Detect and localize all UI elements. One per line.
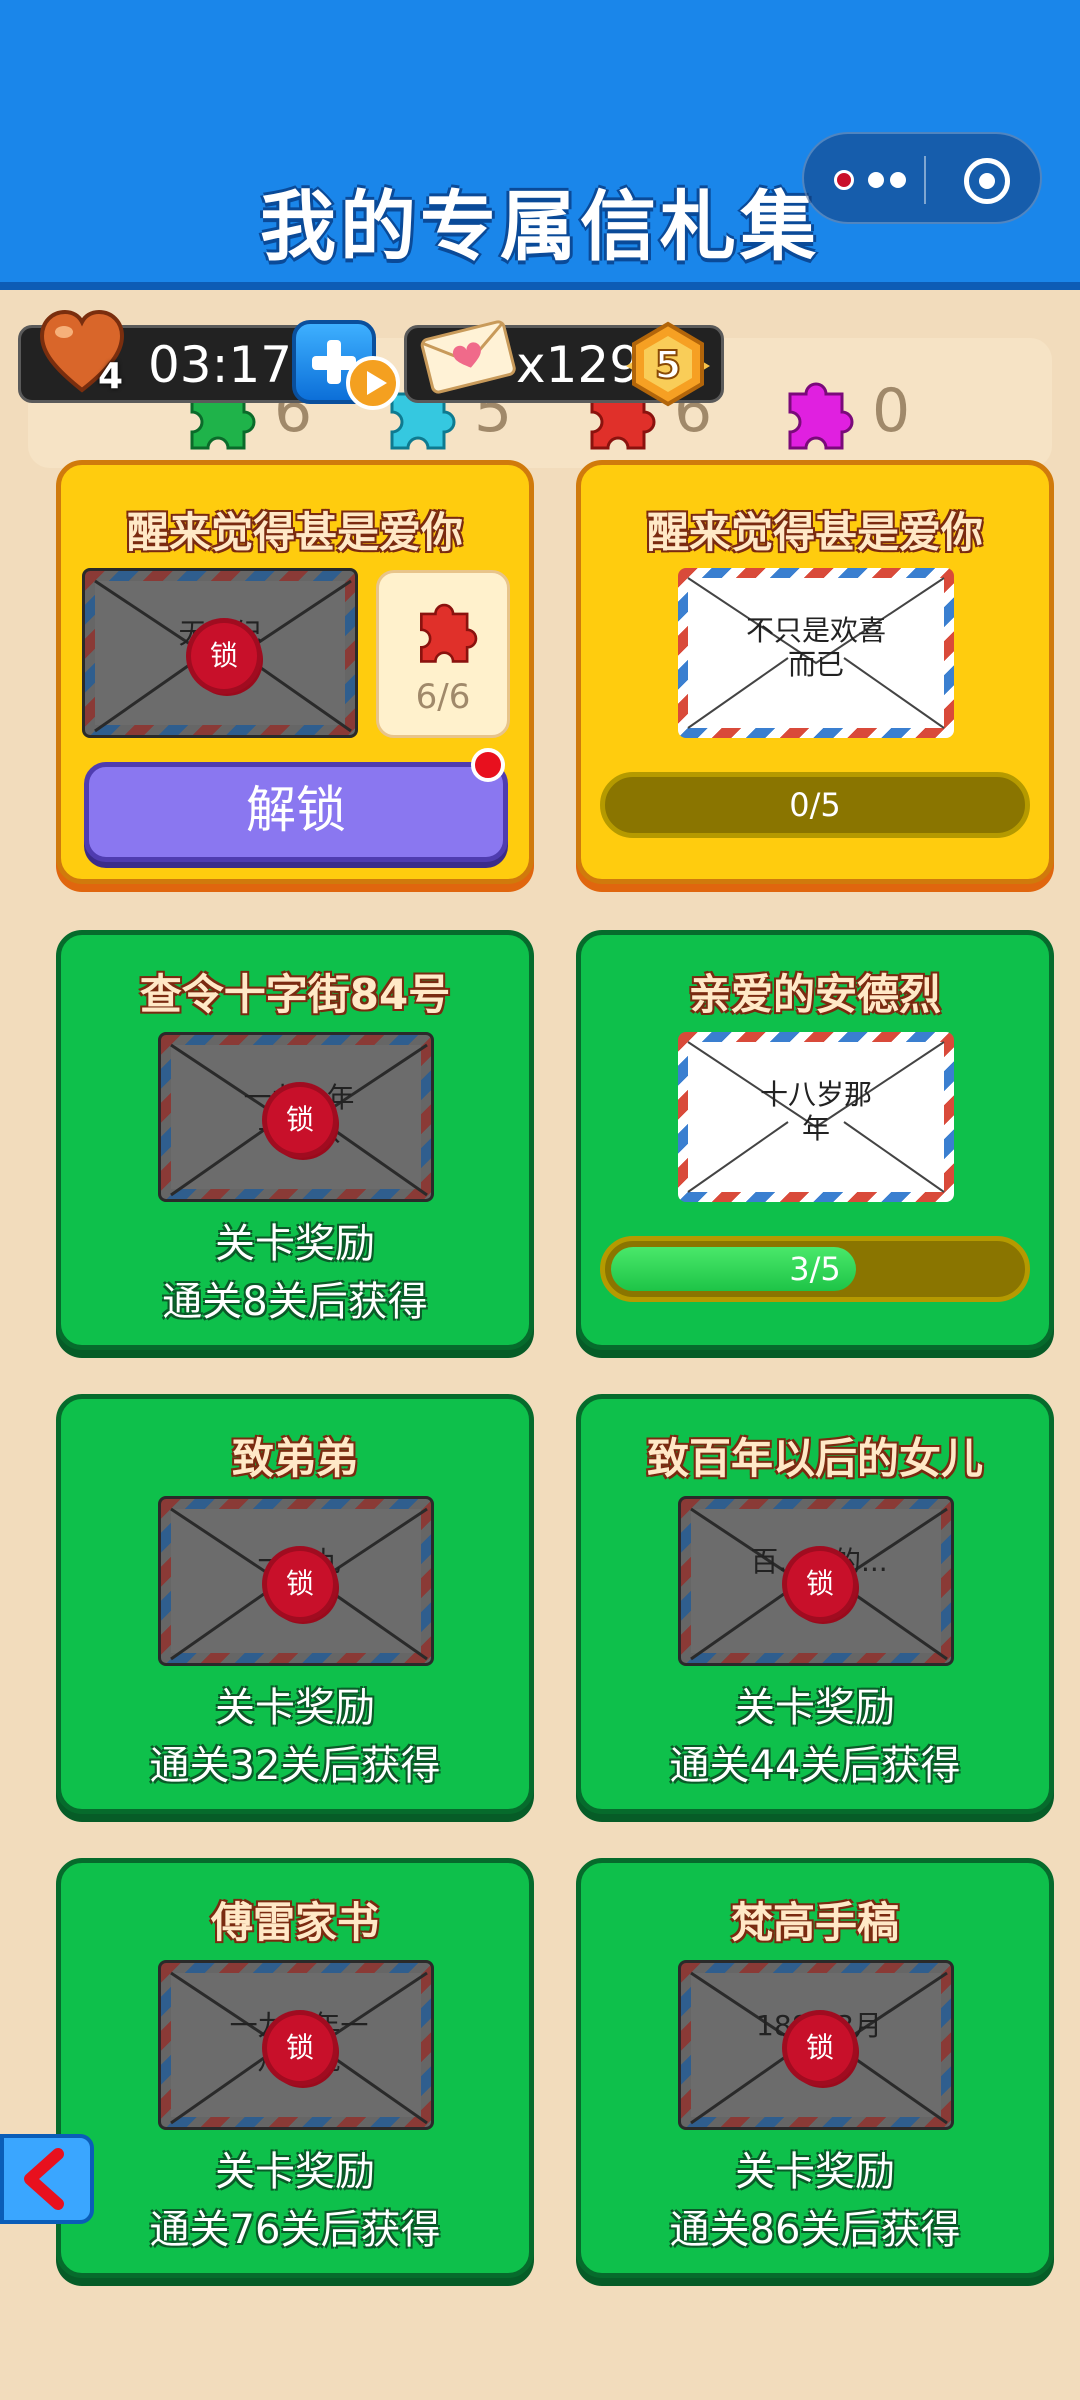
svg-text:5: 5 <box>655 343 681 387</box>
reward-label: 关卡奖励 <box>215 2149 375 2195</box>
video-ad-icon[interactable] <box>346 356 400 410</box>
card-title: 查令十字街84号 <box>139 970 451 1019</box>
mini-program-capsule <box>802 132 1042 224</box>
reward-condition: 通关86关后获得 <box>669 2207 961 2253</box>
unlock-button[interactable]: 解锁 <box>84 762 508 862</box>
open-envelope: 不只是欢喜而已 <box>678 568 954 738</box>
reward-condition: 通关76关后获得 <box>149 2207 441 2253</box>
reward-label: 关卡奖励 <box>735 1685 895 1731</box>
notification-dot <box>471 748 505 782</box>
card-title: 醒来觉得甚是爱你 <box>646 508 983 557</box>
progress-text: 0/5 <box>789 786 841 824</box>
locked-envelope: 无...纪 锁 <box>82 568 358 738</box>
reward-label: 关卡奖励 <box>735 2149 895 2195</box>
wax-seal-lock-icon: 锁 <box>787 2015 853 2081</box>
reward-condition: 通关8关后获得 <box>162 1279 428 1325</box>
card-title: 梵高手稿 <box>730 1898 899 1947</box>
progress-text: 3/5 <box>789 1250 841 1288</box>
wax-seal-lock-icon: 锁 <box>267 1087 333 1153</box>
envelope-preview-text: 不只是欢喜而已 <box>746 614 887 681</box>
wax-seal-lock-icon: 锁 <box>267 1551 333 1617</box>
lives-count: 4 <box>98 356 124 397</box>
open-envelope: 十八岁那年 <box>678 1032 954 1202</box>
chevron-left-icon <box>24 2148 64 2210</box>
more-menu-button[interactable] <box>824 168 914 192</box>
card-title: 亲爱的安德烈 <box>688 970 941 1019</box>
card-title: 致百年以后的女儿 <box>646 1434 983 1483</box>
collection-progress-bar: 0/5 <box>600 772 1030 838</box>
reward-label: 关卡奖励 <box>215 1221 375 1267</box>
locked-envelope: 百...后的... 锁 <box>678 1496 954 1666</box>
wax-seal-lock-icon: 锁 <box>787 1551 853 1617</box>
back-button[interactable] <box>0 2134 94 2224</box>
reward-condition: 通关32关后获得 <box>149 1743 441 1789</box>
card-title: 致弟弟 <box>231 1434 358 1483</box>
recording-dot-icon <box>834 170 854 190</box>
envelope-preview-text: 十八岁那年 <box>759 1078 872 1145</box>
card-title: 傅雷家书 <box>210 1898 379 1947</box>
reward-condition: 通关44关后获得 <box>669 1743 961 1789</box>
puzzle-progress-box: 6/6 <box>376 570 510 738</box>
wax-seal-lock-icon: 锁 <box>267 2015 333 2081</box>
life-timer: 03:17 <box>148 336 293 394</box>
red-puzzle-icon <box>420 603 478 663</box>
locked-envelope: 188...3月 锁 <box>678 1960 954 2130</box>
locked-envelope: 一九...年十...八 锁 <box>158 1032 434 1202</box>
title-bar: 我的专属信札集 <box>0 0 1080 290</box>
wax-seal-lock-icon: 锁 <box>191 623 257 689</box>
puzzle-piece-count: 6/6 <box>415 677 471 717</box>
card-title: 醒来觉得甚是爱你 <box>126 508 463 557</box>
close-miniprogram-icon[interactable] <box>964 158 1010 204</box>
magenta-puzzle-icon <box>788 382 854 450</box>
collection-progress-bar: 3/5 <box>600 1236 1030 1302</box>
reward-label: 关卡奖励 <box>215 1685 375 1731</box>
locked-envelope: 一...九 锁 <box>158 1496 434 1666</box>
level-badge-icon: 5 <box>626 321 710 407</box>
locked-envelope: 一九...年一月...晚 锁 <box>158 1960 434 2130</box>
love-letter-icon <box>420 320 516 394</box>
